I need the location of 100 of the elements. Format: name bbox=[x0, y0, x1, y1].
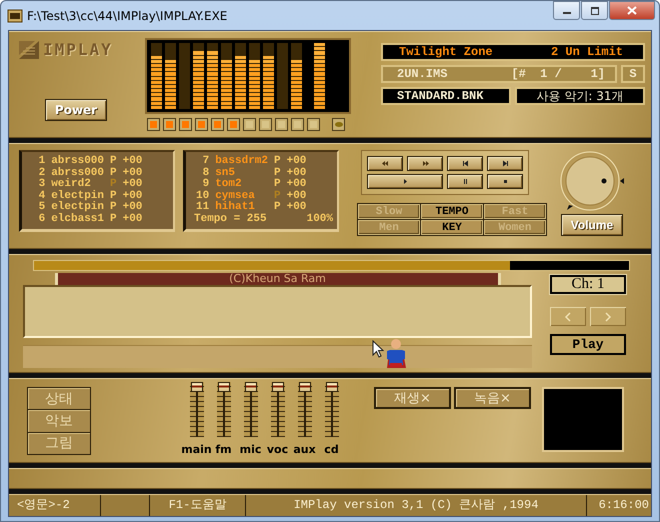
window-title: F:\Test\3\cc\44\IMPlay\IMPLAY.EXE bbox=[27, 8, 228, 22]
cursor-icon bbox=[372, 340, 384, 358]
channel-name: abrss000 bbox=[51, 168, 104, 178]
channel-flag-label: P bbox=[110, 214, 117, 225]
channel-flag-label: P bbox=[274, 179, 281, 190]
play-button[interactable] bbox=[367, 174, 443, 189]
channel-name: hihat1 bbox=[215, 202, 256, 214]
status-cell: <영문>-2 bbox=[9, 495, 101, 516]
status-cell: F1-도움말 bbox=[150, 495, 246, 516]
copyright-banner: (C)Kheun Sa Ram bbox=[54, 273, 500, 285]
tempo-percent: 100% bbox=[306, 214, 333, 225]
rewind-button[interactable] bbox=[367, 156, 403, 171]
fader-label: main bbox=[181, 443, 212, 456]
view-button[interactable]: 그림 bbox=[28, 432, 90, 454]
tempo-readout: Tempo = 255 bbox=[194, 214, 267, 225]
channel-name: electpin bbox=[51, 190, 104, 202]
channel-value: +00 bbox=[122, 156, 142, 168]
stop-button[interactable] bbox=[487, 174, 523, 189]
next-channel-button[interactable] bbox=[590, 307, 626, 326]
file-name: 2UN.IMS bbox=[397, 67, 448, 81]
status-cell-text: 6:16:00 bbox=[598, 497, 650, 514]
channel-name: abrss000 bbox=[51, 156, 104, 167]
channel-number: 10 bbox=[196, 190, 210, 202]
song-artist: 2 Un Limit bbox=[550, 45, 623, 59]
channel-flag-label: P bbox=[110, 190, 117, 202]
channel-number: 5 bbox=[38, 202, 46, 214]
pause-button[interactable] bbox=[447, 174, 483, 189]
logo-text: IMPLAY bbox=[43, 40, 113, 59]
fader-label: cd bbox=[324, 443, 339, 456]
channel-number: 11 bbox=[196, 202, 210, 214]
channel-flag-label: P bbox=[110, 156, 117, 168]
channel-value: +00 bbox=[286, 179, 306, 190]
fader-label: aux bbox=[293, 443, 316, 456]
status-cell: IMPlay version 3,1 (C) 큰사람 ,1994 bbox=[246, 495, 587, 516]
channel-value: +00 bbox=[286, 168, 306, 178]
record-toggle-button[interactable]: 재생× bbox=[374, 387, 451, 409]
fader-handle[interactable] bbox=[326, 382, 338, 392]
channel-number: 7 bbox=[202, 156, 210, 168]
maximize-button[interactable] bbox=[581, 1, 608, 20]
channel-value: +00 bbox=[122, 214, 142, 225]
mode-indicator: S bbox=[621, 65, 645, 83]
file-index: [# 1 / 1] bbox=[511, 67, 605, 81]
channel-name: elcbass1 bbox=[51, 214, 104, 225]
channel-number: 9 bbox=[202, 179, 210, 190]
rewind-icon bbox=[380, 160, 390, 167]
fader-handle[interactable] bbox=[218, 382, 230, 392]
forward-button[interactable] bbox=[407, 156, 443, 171]
close-icon bbox=[627, 6, 637, 15]
minimize-button[interactable] bbox=[553, 1, 580, 20]
fader-label: voc bbox=[266, 443, 288, 456]
skip-forward-icon bbox=[500, 160, 510, 167]
fader-handle[interactable] bbox=[272, 382, 284, 392]
channel-name: weird2 bbox=[51, 179, 92, 190]
channel-flag-label: P bbox=[274, 202, 281, 214]
close-button[interactable] bbox=[609, 1, 655, 20]
logo-icon bbox=[19, 40, 39, 58]
channel-flag-label: P bbox=[110, 202, 117, 214]
bank-name: STANDARD.BNK bbox=[381, 87, 511, 105]
channel-name: tom2 bbox=[215, 179, 243, 190]
channel-name: electpin bbox=[51, 202, 104, 213]
channel-name: bassdrm2 bbox=[215, 156, 268, 168]
fader-handle[interactable] bbox=[244, 382, 256, 392]
channel-name: cymsea bbox=[215, 190, 256, 202]
fader-handle[interactable] bbox=[298, 382, 310, 392]
view-button[interactable]: 상태 bbox=[28, 388, 90, 410]
channel-flag-label: P bbox=[274, 156, 281, 168]
fader-label: fm bbox=[215, 443, 232, 456]
fast-forward-icon bbox=[420, 160, 430, 167]
channel-flag-label: P bbox=[110, 168, 117, 178]
channel-number: 3 bbox=[38, 179, 46, 190]
channel-number: 4 bbox=[38, 190, 46, 202]
play-button[interactable]: Play bbox=[550, 334, 626, 355]
channel-value: +00 bbox=[122, 202, 142, 214]
previous-button[interactable] bbox=[447, 156, 483, 171]
instrument-count: 사용 악기: 31개 bbox=[515, 87, 645, 105]
channel-number: 8 bbox=[202, 168, 210, 178]
next-button[interactable] bbox=[487, 156, 523, 171]
volume-button[interactable]: Volume bbox=[561, 214, 623, 236]
channel-number: 2 bbox=[38, 168, 46, 178]
channel-value: +00 bbox=[286, 202, 306, 214]
round-indicator-light bbox=[332, 118, 345, 131]
channel-value: +00 bbox=[122, 190, 142, 202]
mode-button[interactable]: KEY bbox=[421, 220, 483, 235]
channel-value: +00 bbox=[286, 156, 306, 168]
channel-value: +00 bbox=[122, 168, 142, 178]
channel-number: 6 bbox=[38, 214, 46, 225]
skip-back-icon bbox=[460, 160, 470, 167]
channel-value: +00 bbox=[122, 179, 142, 190]
channel-value: +00 bbox=[286, 190, 306, 202]
channel-flag-label: P bbox=[274, 168, 281, 178]
power-button[interactable]: Power bbox=[45, 99, 107, 121]
fader-handle[interactable] bbox=[190, 382, 202, 392]
mode-button[interactable]: TEMPO bbox=[421, 204, 483, 219]
view-button[interactable]: 악보 bbox=[28, 410, 90, 433]
maximize-icon bbox=[590, 6, 600, 14]
channel-name: sn5 bbox=[215, 168, 236, 178]
app-icon bbox=[7, 8, 23, 24]
song-title: Twilight Zone bbox=[399, 45, 493, 59]
record-toggle-button[interactable]: 녹음× bbox=[454, 387, 531, 409]
previous-channel-button[interactable] bbox=[550, 307, 586, 326]
